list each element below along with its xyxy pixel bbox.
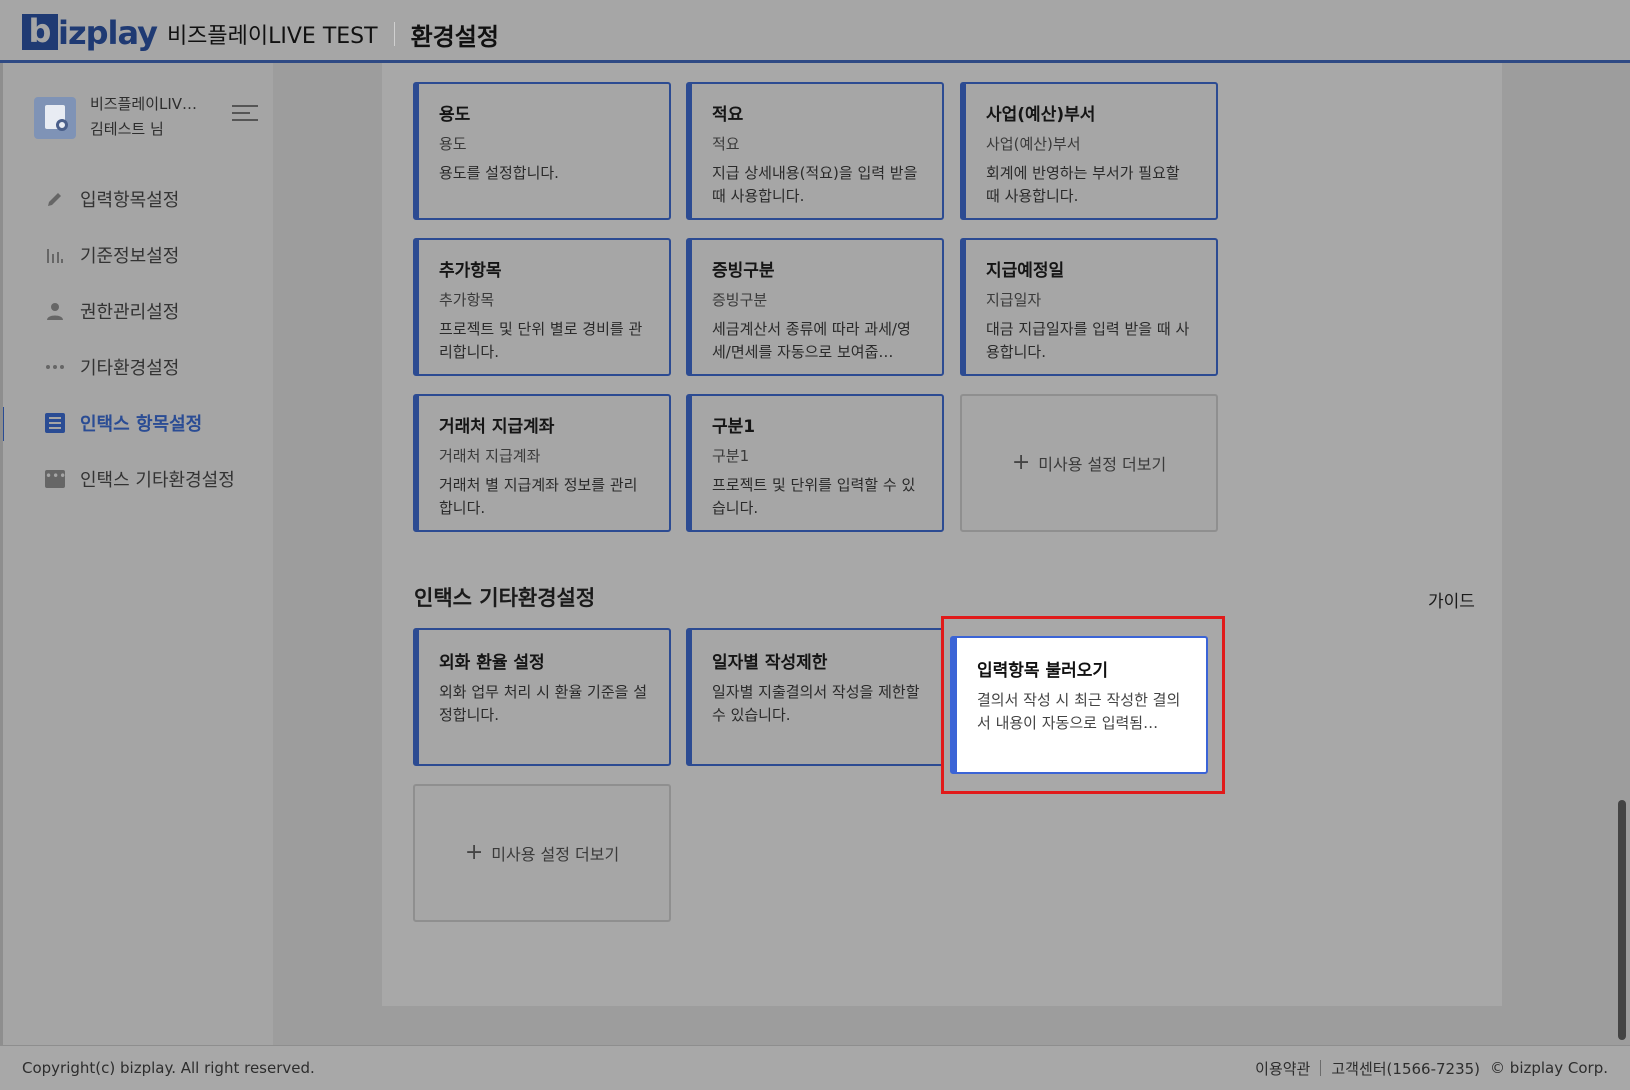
more-box-icon: ••• bbox=[44, 468, 66, 490]
card-description: 일자별 지출결의서 작성을 제한할 수 있습니다. bbox=[712, 683, 920, 724]
user-company: 비즈플레이LIV… bbox=[90, 95, 198, 113]
setting-card-fx-rate[interactable]: 외화 환율 설정 외화 업무 처리 시 환율 기준을 설정합니다. bbox=[413, 628, 671, 766]
scrollbar[interactable] bbox=[1618, 800, 1626, 1040]
sidebar-edge bbox=[0, 63, 3, 1045]
guide-link[interactable]: 가이드 bbox=[1428, 587, 1475, 612]
card-description: 결의서 작성 시 최근 작성한 결의서 내용이 자동으로 입력됨… bbox=[977, 691, 1181, 732]
setting-card-evidence-type[interactable]: 증빙구분 증빙구분 세금계산서 종류에 따라 과세/영세/면세를 자동으로 보여… bbox=[686, 238, 944, 376]
corp-label: © bizplay Corp. bbox=[1490, 1059, 1608, 1077]
setting-card-date-limit[interactable]: 일자별 작성제한 일자별 지출결의서 작성을 제한할 수 있습니다. bbox=[686, 628, 944, 766]
copyright: Copyright(c) bizplay. All right reserved… bbox=[22, 1059, 315, 1077]
sidebar-item-label: 기준정보설정 bbox=[80, 246, 180, 267]
card-subtitle: 지급일자 bbox=[986, 291, 1042, 309]
logo-text: izplay bbox=[58, 14, 158, 52]
user-icon bbox=[44, 300, 66, 322]
sidebar-item-label: 기타환경설정 bbox=[80, 358, 180, 379]
card-title: 지급예정일 bbox=[986, 261, 1065, 281]
sidebar-item-label: 인택스 항목설정 bbox=[80, 414, 203, 435]
bar-chart-icon bbox=[44, 244, 66, 266]
card-description: 거래처 별 지급계좌 정보를 관리합니다. bbox=[439, 476, 638, 517]
card-title: 외화 환율 설정 bbox=[439, 653, 545, 673]
more-unused-settings-button-2[interactable]: + 미사용 설정 더보기 bbox=[413, 784, 671, 922]
card-subtitle: 적요 bbox=[712, 135, 740, 153]
sidebar-item-input-settings[interactable]: 입력항목설정 bbox=[0, 171, 273, 227]
user-profile: 비즈플레이LIV… 김테스트 님 bbox=[34, 93, 264, 143]
card-title: 거래처 지급계좌 bbox=[439, 417, 555, 437]
setting-card-payment-date[interactable]: 지급예정일 지급일자 대금 지급일자를 입력 받을 때 사용합니다. bbox=[960, 238, 1218, 376]
sidebar-item-intax-other[interactable]: ••• 인택스 기타환경설정 bbox=[0, 451, 273, 507]
app-header: b izplay 비즈플레이LIVE TEST 환경설정 bbox=[0, 0, 1630, 63]
card-title: 추가항목 bbox=[439, 261, 502, 281]
card-description: 프로젝트 및 단위를 입력할 수 있습니다. bbox=[712, 476, 916, 517]
card-subtitle: 구분1 bbox=[712, 447, 750, 465]
sidebar-item-other-settings[interactable]: 기타환경설정 bbox=[0, 339, 273, 395]
menu-collapse-icon[interactable] bbox=[232, 105, 258, 125]
card-description: 프로젝트 및 단위 별로 경비를 관리합니다. bbox=[439, 320, 643, 361]
card-subtitle: 추가항목 bbox=[439, 291, 495, 309]
card-description: 세금계산서 종류에 따라 과세/영세/면세를 자동으로 보여줍… bbox=[712, 320, 911, 361]
section-title: 인택스 기타환경설정 bbox=[414, 586, 596, 610]
setting-card-summary[interactable]: 적요 적요 지급 상세내용(적요)을 입력 받을 때 사용합니다. bbox=[686, 82, 944, 220]
card-title: 적요 bbox=[712, 105, 744, 125]
card-description: 용도를 설정합니다. bbox=[439, 164, 559, 182]
more-label: 미사용 설정 더보기 bbox=[1038, 455, 1167, 474]
terms-link[interactable]: 이용약관 bbox=[1255, 1058, 1310, 1079]
sidebar-item-base-info[interactable]: 기준정보설정 bbox=[0, 227, 273, 283]
sidebar-item-label: 인택스 기타환경설정 bbox=[80, 470, 235, 491]
footer: Copyright(c) bizplay. All right reserved… bbox=[0, 1045, 1630, 1090]
plus-icon: + bbox=[1011, 450, 1031, 475]
card-subtitle: 용도 bbox=[439, 135, 467, 153]
logo-mark: b bbox=[22, 14, 58, 50]
card-description: 대금 지급일자를 입력 받을 때 사용합니다. bbox=[986, 320, 1190, 361]
setting-card-purpose[interactable]: 용도 용도 용도를 설정합니다. bbox=[413, 82, 671, 220]
more-dots-icon bbox=[44, 356, 66, 378]
page-title: 환경설정 bbox=[410, 22, 499, 51]
list-icon bbox=[44, 412, 66, 434]
setting-card-budget-dept[interactable]: 사업(예산)부서 사업(예산)부서 회계에 반영하는 부서가 필요할 때 사용합… bbox=[960, 82, 1218, 220]
plus-icon: + bbox=[464, 840, 484, 865]
setting-card-vendor-account[interactable]: 거래처 지급계좌 거래처 지급계좌 거래처 별 지급계좌 정보를 관리합니다. bbox=[413, 394, 671, 532]
card-title: 사업(예산)부서 bbox=[986, 105, 1096, 125]
setting-card-load-input-items[interactable]: 입력항목 불러오기 결의서 작성 시 최근 작성한 결의서 내용이 자동으로 입… bbox=[950, 636, 1208, 774]
user-name: 김테스트 님 bbox=[90, 120, 164, 138]
sidebar-item-permissions[interactable]: 권한관리설정 bbox=[0, 283, 273, 339]
setting-card-category1[interactable]: 구분1 구분1 프로젝트 및 단위를 입력할 수 있습니다. bbox=[686, 394, 944, 532]
card-subtitle: 거래처 지급계좌 bbox=[439, 447, 541, 465]
bizplay-logo[interactable]: b izplay bbox=[22, 10, 158, 52]
sidebar-item-label: 입력항목설정 bbox=[80, 190, 180, 211]
company-avatar-icon bbox=[34, 97, 76, 139]
card-title: 일자별 작성제한 bbox=[712, 653, 828, 673]
card-subtitle: 사업(예산)부서 bbox=[986, 135, 1081, 153]
sidebar-nav: 입력항목설정 기준정보설정 권한관리설정 기타환경설정 인택스 항목설정 •••… bbox=[0, 171, 273, 507]
card-title: 구분1 bbox=[712, 417, 756, 437]
pencil-icon bbox=[44, 188, 66, 210]
card-description: 지급 상세내용(적요)을 입력 받을 때 사용합니다. bbox=[712, 164, 918, 205]
card-subtitle: 증빙구분 bbox=[712, 291, 768, 309]
header-divider bbox=[393, 22, 395, 46]
company-name: 비즈플레이LIVE TEST bbox=[166, 24, 378, 49]
card-title: 입력항목 불러오기 bbox=[977, 661, 1109, 681]
more-unused-settings-button[interactable]: + 미사용 설정 더보기 bbox=[960, 394, 1218, 532]
card-description: 회계에 반영하는 부서가 필요할 때 사용합니다. bbox=[986, 164, 1180, 205]
sidebar: 비즈플레이LIV… 김테스트 님 입력항목설정 기준정보설정 권한관리설정 기타… bbox=[0, 63, 273, 1045]
sidebar-item-intax-items[interactable]: 인택스 항목설정 bbox=[0, 395, 273, 451]
sidebar-item-label: 권한관리설정 bbox=[80, 302, 180, 323]
card-description: 외화 업무 처리 시 환율 기준을 설정합니다. bbox=[439, 683, 648, 724]
card-title: 증빙구분 bbox=[712, 261, 775, 281]
footer-divider bbox=[1320, 1060, 1322, 1076]
support-link[interactable]: 고객센터(1566-7235) bbox=[1331, 1058, 1480, 1079]
more-label: 미사용 설정 더보기 bbox=[491, 845, 620, 864]
setting-card-additional-item[interactable]: 추가항목 추가항목 프로젝트 및 단위 별로 경비를 관리합니다. bbox=[413, 238, 671, 376]
card-title: 용도 bbox=[439, 105, 471, 125]
